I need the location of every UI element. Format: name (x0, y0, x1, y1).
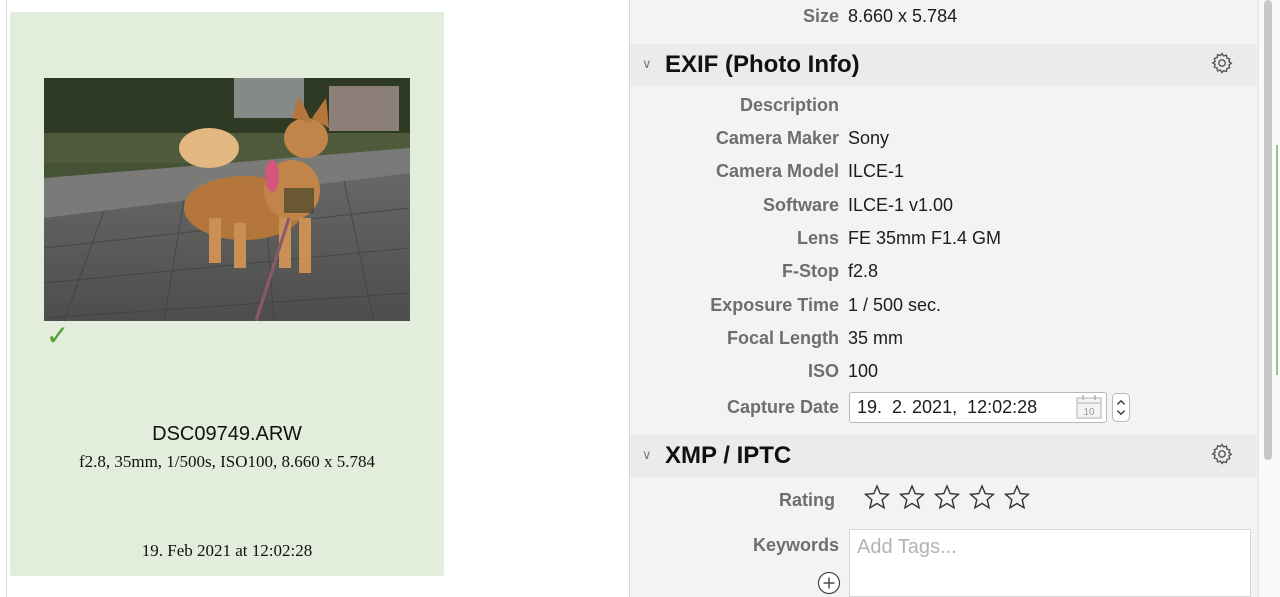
star-icon[interactable] (934, 484, 960, 510)
exposure-time-value: 1 / 500 sec. (848, 295, 942, 315)
photo-thumbnail[interactable] (44, 78, 410, 321)
capture-date-label: 19. Feb 2021 at 12:02:28 (141, 541, 313, 560)
checkmark-icon[interactable]: ✓ (46, 322, 69, 350)
iso-label: ISO (807, 361, 839, 381)
star-icon[interactable] (899, 484, 925, 510)
camera-model-value: ILCE-1 (848, 161, 905, 181)
star-icon[interactable] (864, 484, 890, 510)
camera-model-label: Camera Model (715, 161, 839, 181)
star-icon[interactable] (1004, 484, 1030, 510)
star-icon[interactable] (969, 484, 995, 510)
gear-icon[interactable] (1210, 442, 1234, 466)
rating-label: Rating (779, 490, 835, 510)
chevron-down-icon[interactable]: ∨ (642, 57, 652, 72)
capture-date-value[interactable]: 19. 2. 2021, 12:02:28 (857, 397, 1037, 418)
software-label: Software (762, 195, 839, 215)
lens-label: Lens (796, 228, 839, 248)
edge-indicator (1276, 145, 1278, 375)
calendar-icon[interactable]: 10 (1075, 394, 1103, 420)
filename-label: DSC09749.ARW (152, 423, 302, 445)
xmp-section-title: XMP / IPTC (665, 442, 792, 469)
dog-photo-image (44, 78, 410, 321)
size-value: 8.660 x 5.784 (848, 6, 958, 26)
calendar-day-number: 10 (1083, 407, 1095, 418)
focal-length-value: 35 mm (848, 328, 904, 348)
scrollbar-thumb[interactable] (1264, 0, 1272, 460)
f-stop-value: f2.8 (848, 261, 879, 281)
exif-section-title: EXIF (Photo Info) (665, 51, 860, 78)
lens-value: FE 35mm F1.4 GM (848, 228, 1002, 248)
chevron-down-icon[interactable]: ∨ (642, 448, 652, 463)
add-keyword-icon[interactable] (817, 571, 841, 595)
exposure-time-label: Exposure Time (710, 295, 839, 315)
keywords-placeholder[interactable]: Add Tags... (857, 536, 957, 559)
focal-length-label: Focal Length (727, 328, 839, 348)
f-stop-label: F-Stop (782, 261, 839, 281)
camera-maker-label: Camera Maker (715, 128, 839, 148)
stepper-up-icon (1116, 399, 1126, 405)
stepper-down-icon (1116, 410, 1126, 416)
size-label: Size (802, 6, 839, 26)
exif-summary-label: f2.8, 35mm, 1/500s, ISO100, 8.660 x 5.78… (78, 452, 376, 471)
date-stepper[interactable] (1112, 393, 1130, 422)
description-label: Description (739, 95, 839, 115)
keywords-label: Keywords (752, 535, 839, 555)
left-pane-border (6, 0, 7, 597)
software-value: ILCE-1 v1.00 (848, 195, 954, 215)
camera-maker-value: Sony (848, 128, 890, 148)
capture-date-label-inspector: Capture Date (726, 397, 839, 417)
iso-value: 100 (848, 361, 879, 381)
gear-icon[interactable] (1210, 51, 1234, 75)
